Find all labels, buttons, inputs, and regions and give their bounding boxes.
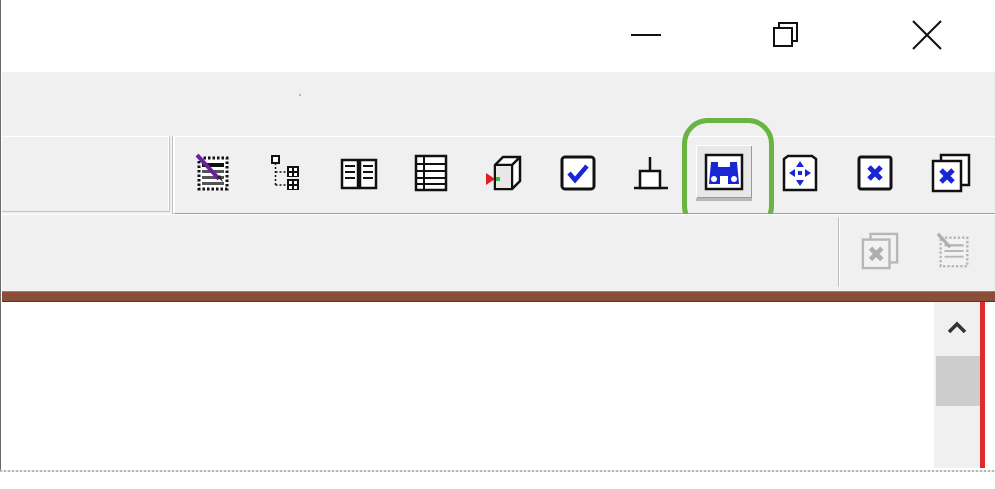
vertical-scrollbar[interactable] (934, 302, 980, 468)
minimize-button[interactable] (611, 0, 681, 70)
binoculars-icon (704, 153, 744, 190)
toolbar-separator (838, 217, 839, 287)
scroll-up-button[interactable] (934, 302, 980, 354)
application-window (0, 0, 995, 489)
check-box-icon (560, 155, 596, 191)
red-edge-accent (980, 302, 985, 468)
window-border (0, 0, 1, 470)
connector-icon (634, 157, 668, 190)
delete-copy-disabled-button[interactable] (856, 227, 904, 275)
move-arrows-icon (782, 154, 818, 192)
cube-insert-icon (486, 155, 522, 191)
edit-document-button[interactable] (185, 145, 241, 201)
delete-box-button[interactable] (847, 145, 903, 201)
main-toolbar (2, 136, 995, 214)
cube-insert-button[interactable] (475, 145, 531, 201)
restore-button[interactable] (750, 0, 820, 70)
chevron-up-icon (947, 321, 967, 334)
secondary-toolbar (2, 214, 995, 291)
toolbar-band-right (173, 136, 995, 214)
edit-document-icon (195, 153, 229, 191)
bottom-border (0, 470, 995, 472)
move-arrows-button[interactable] (772, 145, 828, 201)
close-button[interactable] (892, 0, 962, 70)
list-document-button[interactable] (403, 145, 459, 201)
edit-page-disabled-icon (936, 232, 969, 268)
delete-copy-disabled-icon (861, 232, 899, 270)
delete-box-icon (857, 155, 893, 191)
toolbar-band-left (2, 136, 170, 212)
edit-page-disabled-button[interactable] (930, 227, 978, 275)
close-icon (912, 20, 942, 50)
menu-bar (2, 72, 995, 136)
check-box-button[interactable] (550, 145, 606, 201)
tree-structure-button[interactable] (258, 145, 314, 201)
delete-copy-button[interactable] (923, 145, 979, 201)
pane-divider[interactable] (2, 291, 995, 302)
open-book-icon (340, 158, 378, 190)
list-document-icon (414, 154, 448, 192)
title-bar[interactable] (2, 0, 995, 72)
delete-copy-icon (931, 153, 971, 193)
restore-icon (773, 22, 798, 47)
minimize-icon (631, 34, 661, 36)
menu-bar-mark (299, 94, 301, 96)
content-area[interactable] (2, 302, 934, 468)
connector-button[interactable] (622, 145, 678, 201)
tree-structure-icon (271, 155, 299, 190)
scroll-thumb[interactable] (936, 356, 980, 406)
open-book-button[interactable] (331, 145, 387, 201)
binoculars-button[interactable] (696, 145, 752, 201)
